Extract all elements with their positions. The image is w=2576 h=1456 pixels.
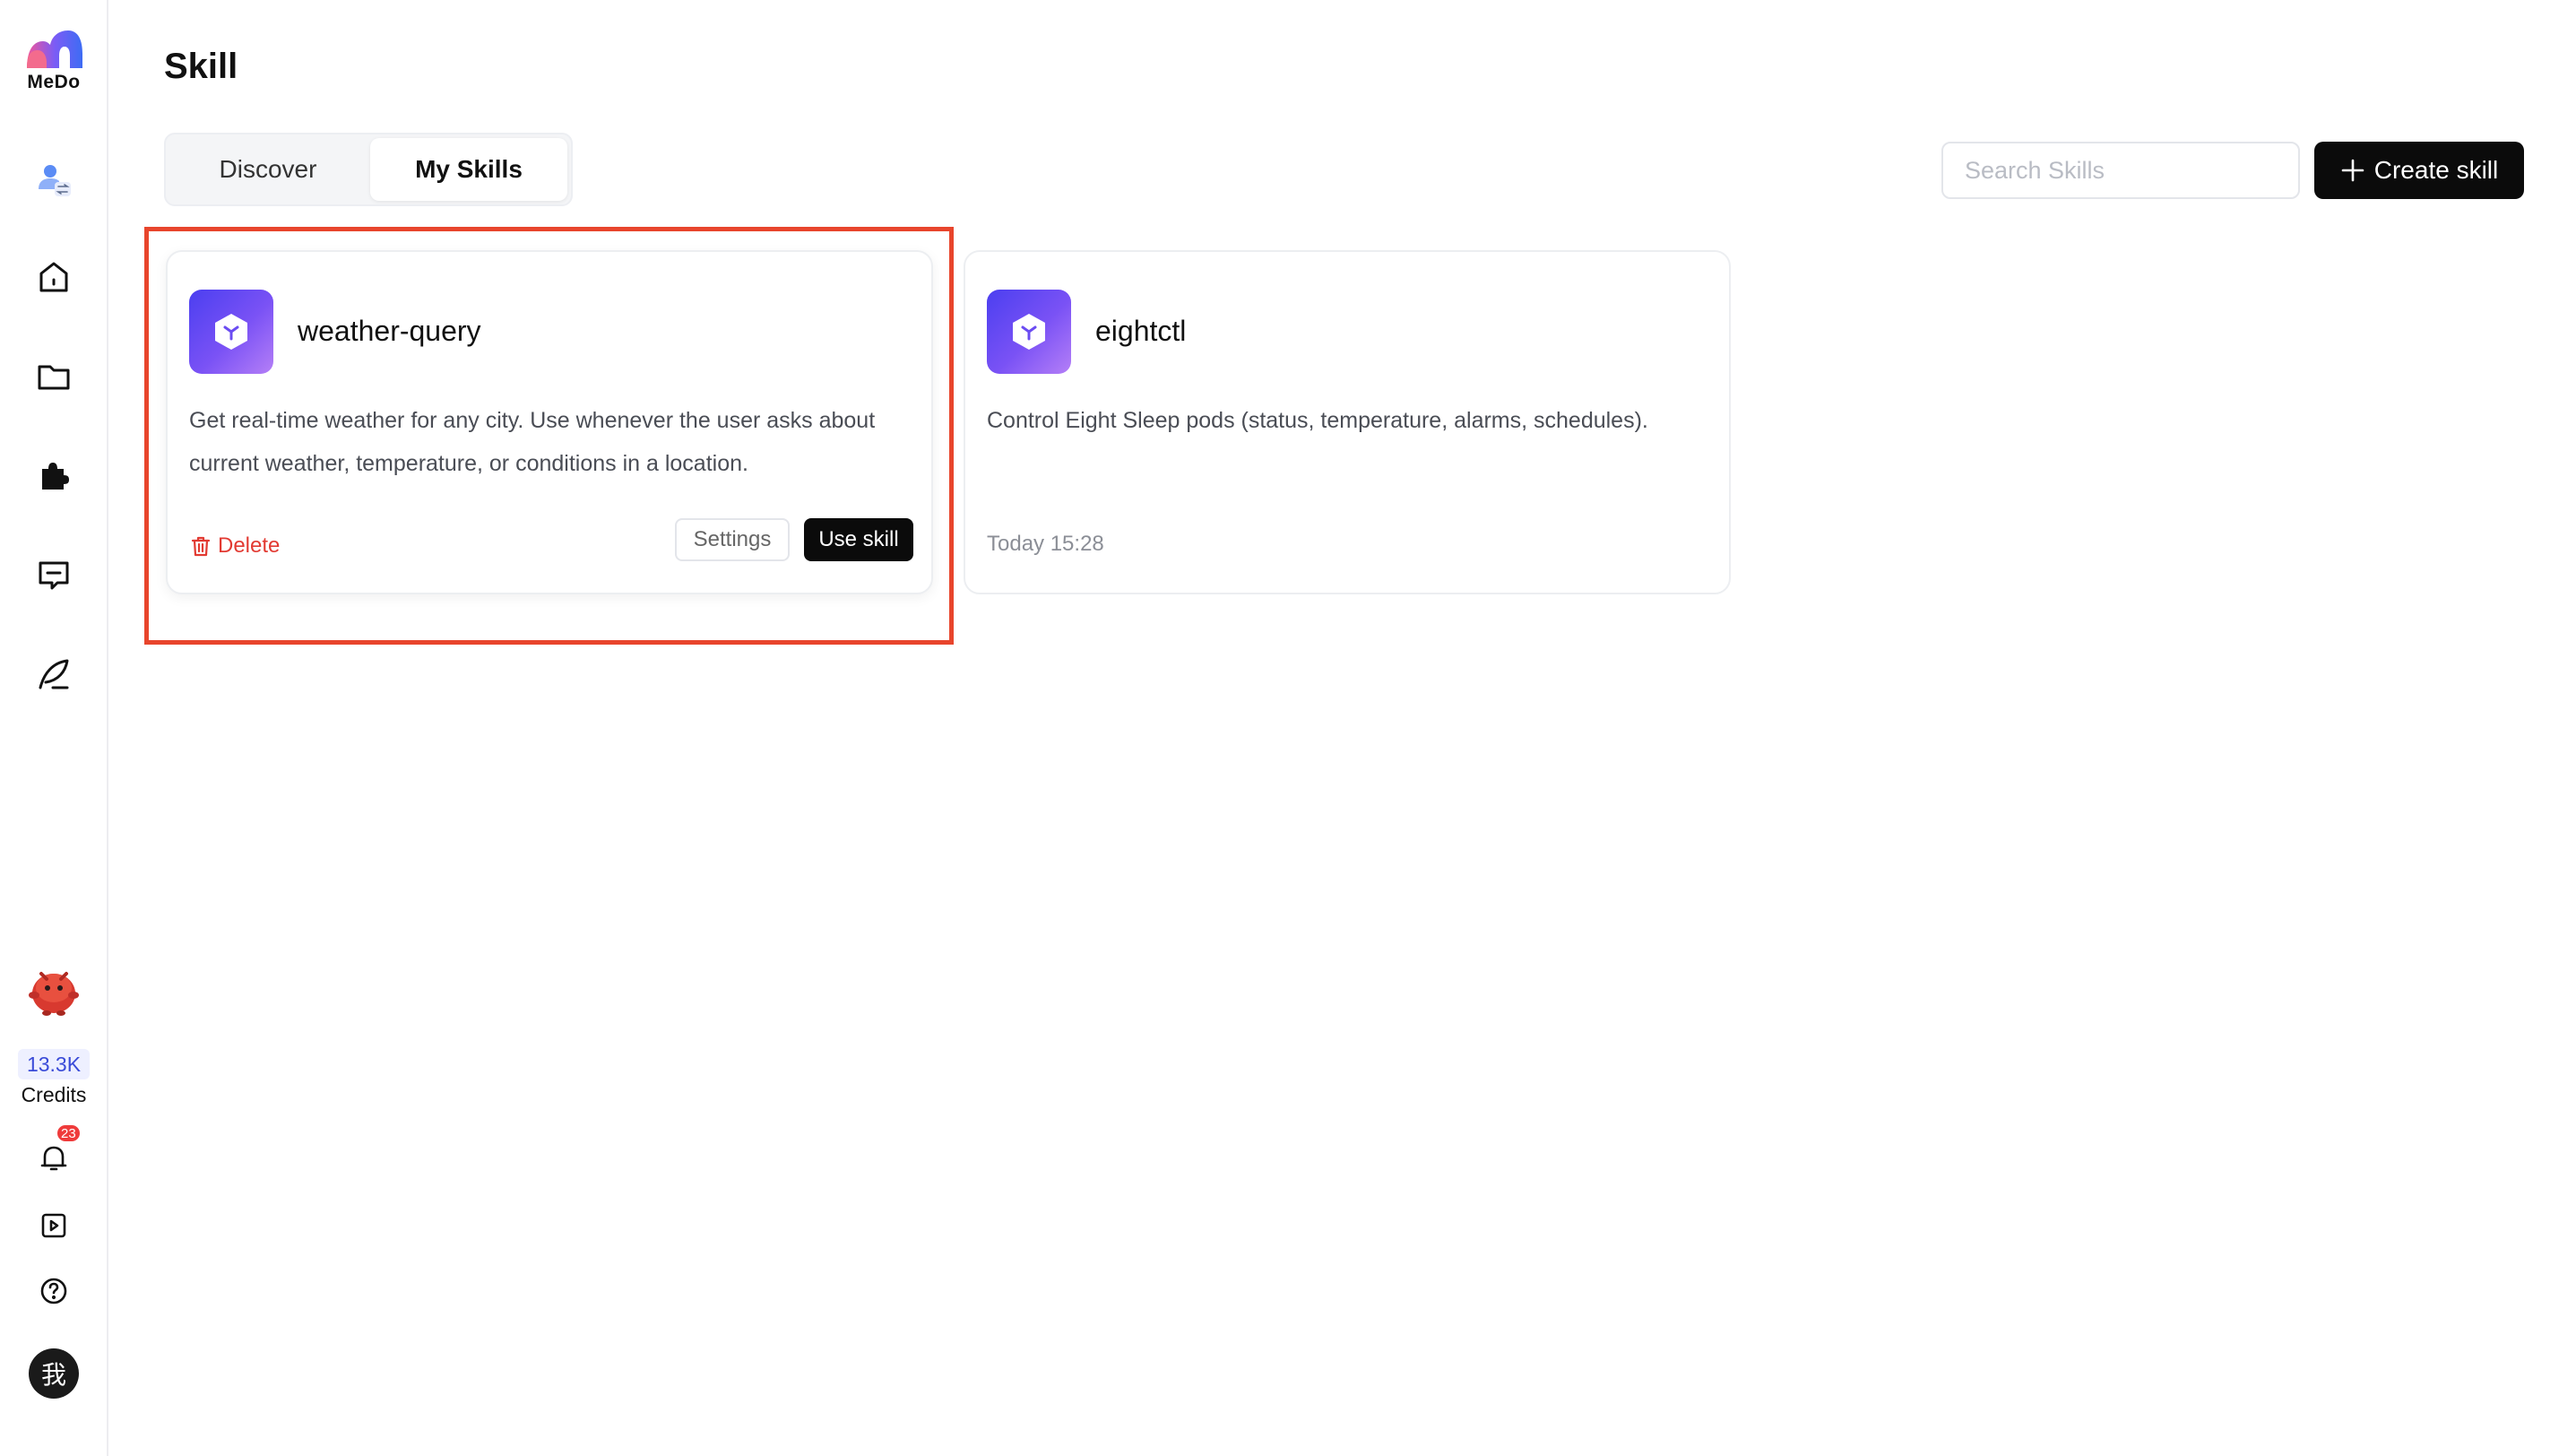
sidebar-item-files[interactable]	[27, 350, 81, 403]
sidebar-item-home[interactable]	[27, 250, 81, 304]
create-skill-button[interactable]: Create skill	[2314, 142, 2524, 199]
sidebar-item-messages[interactable]	[27, 549, 81, 602]
message-icon	[39, 561, 69, 590]
skill-settings-button[interactable]: Settings	[675, 518, 790, 561]
skill-name: weather-query	[298, 315, 481, 347]
delete-label: Delete	[218, 533, 281, 558]
cube-icon	[1013, 314, 1045, 350]
video-tutorial-button[interactable]	[27, 1199, 81, 1252]
home-icon	[39, 262, 68, 292]
create-skill-label: Create skill	[2373, 156, 2499, 184]
sidebar-item-plugins[interactable]	[27, 448, 81, 502]
search-box	[1941, 142, 2300, 199]
plus-icon	[2341, 159, 2364, 182]
trash-icon	[191, 536, 211, 557]
delete-skill-button[interactable]: Delete	[189, 530, 280, 562]
skill-card-eightctl[interactable]: eightctl Control Eight Sleep pods (statu…	[964, 250, 1731, 594]
bell-icon	[40, 1146, 67, 1171]
skill-description: Get real-time weather for any city. Use …	[189, 408, 876, 476]
sidebar-item-create[interactable]	[27, 647, 81, 701]
skill-icon	[987, 290, 1071, 374]
notification-badge: 23	[56, 1123, 82, 1143]
help-circle-icon	[40, 1278, 67, 1304]
medo-logo-icon	[27, 30, 82, 68]
profile-switch-button[interactable]	[27, 152, 81, 206]
app-root: MeDo 13.3K Credits 23 我 Skill Discover M…	[0, 0, 2576, 1456]
credits-value[interactable]: 13.3K	[18, 1049, 90, 1079]
play-square-icon	[41, 1213, 66, 1238]
puzzle-icon	[42, 463, 69, 490]
user-avatar[interactable]: 我	[29, 1348, 79, 1399]
help-button[interactable]	[27, 1264, 81, 1318]
tab-my-skills[interactable]: My Skills	[370, 138, 567, 201]
skill-card-weather-query[interactable]: weather-query Get real-time weather for …	[166, 250, 933, 594]
skill-description: Control Eight Sleep pods (status, temper…	[987, 408, 1648, 433]
credits-label: Credits	[21, 1083, 87, 1106]
sidebar: MeDo 13.3K Credits 23 我	[0, 0, 108, 1456]
search-input[interactable]	[1965, 156, 2282, 185]
brand-logo[interactable]: MeDo	[18, 29, 90, 97]
skill-icon	[189, 290, 273, 374]
cube-icon	[215, 314, 247, 350]
page-title: Skill	[164, 47, 238, 86]
skill-timestamp: Today 15:28	[987, 532, 1104, 556]
brand-name: MeDo	[27, 72, 81, 92]
skill-name: eightctl	[1095, 315, 1187, 347]
folder-icon	[38, 365, 70, 390]
use-skill-button[interactable]: Use skill	[804, 518, 913, 561]
mascot-avatar[interactable]	[22, 958, 86, 1022]
tab-discover[interactable]: Discover	[169, 138, 367, 201]
skill-tabs: Discover My Skills	[164, 133, 573, 206]
quill-icon	[39, 659, 69, 689]
profile-switch-icon	[39, 165, 71, 196]
